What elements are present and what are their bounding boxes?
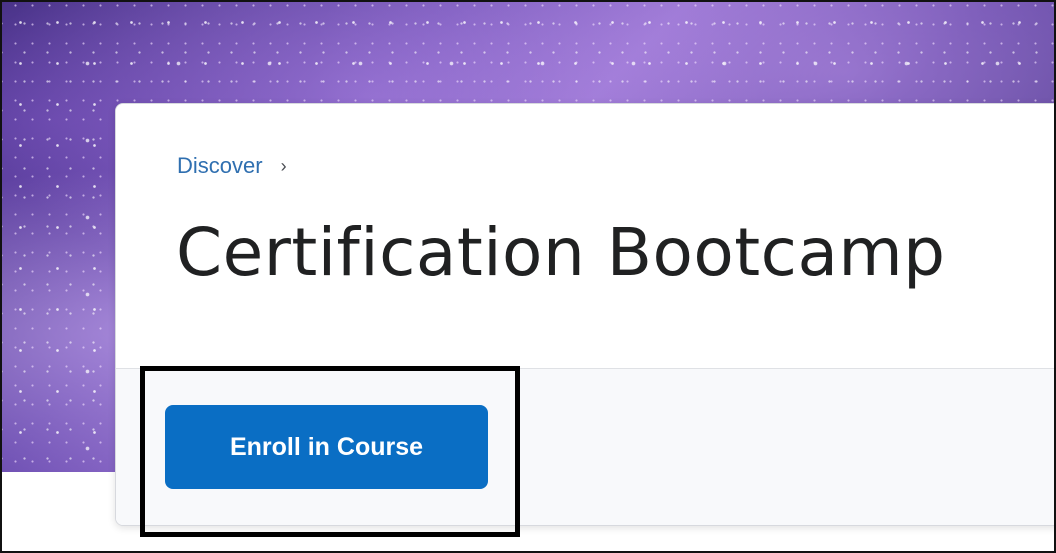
course-header-card: Discover › Certification Bootcamp Enroll… — [115, 103, 1054, 526]
course-actions-bar: Enroll in Course — [116, 368, 1054, 525]
enroll-in-course-button[interactable]: Enroll in Course — [165, 405, 488, 489]
breadcrumb-discover-link[interactable]: Discover — [177, 153, 263, 179]
breadcrumb: Discover › — [177, 153, 287, 179]
screenshot-frame: Discover › Certification Bootcamp Enroll… — [0, 0, 1056, 553]
course-header-top: Discover › Certification Bootcamp — [116, 104, 1054, 368]
page-title: Certification Bootcamp — [176, 214, 946, 291]
chevron-right-icon: › — [280, 156, 287, 176]
